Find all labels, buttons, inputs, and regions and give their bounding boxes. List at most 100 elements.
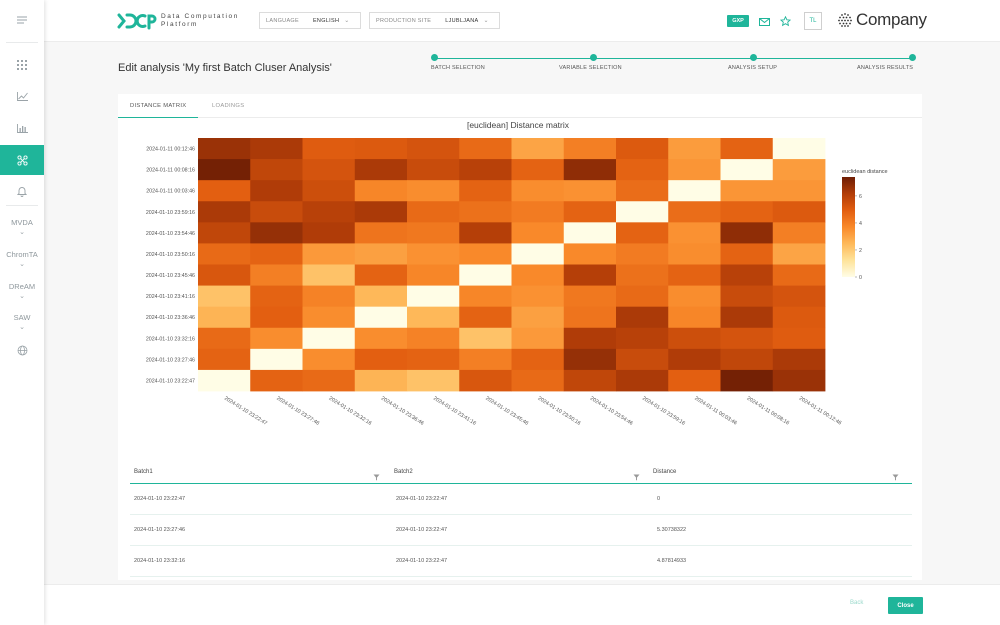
heatmap-cell[interactable] — [772, 306, 826, 329]
heatmap-cell[interactable] — [459, 327, 512, 350]
heatmap-cell[interactable] — [198, 348, 251, 371]
heatmap-cell[interactable] — [250, 306, 303, 329]
column-header-batch1[interactable]: Batch1 — [134, 469, 153, 475]
language-select[interactable]: LANGUAGE ENGLISH ⌄ — [259, 12, 361, 29]
heatmap-cell[interactable] — [511, 201, 565, 223]
heatmap-cell[interactable] — [407, 306, 460, 329]
heatmap-cell[interactable] — [407, 285, 460, 308]
heatmap-cell[interactable] — [354, 327, 408, 350]
heatmap-cell[interactable] — [459, 369, 512, 392]
heatmap-cell[interactable] — [772, 348, 826, 371]
grid-icon[interactable] — [0, 51, 44, 79]
heatmap-cell[interactable] — [563, 180, 617, 202]
heatmap-cell[interactable] — [407, 201, 460, 223]
heatmap-cell[interactable] — [772, 285, 826, 308]
heatmap-cell[interactable] — [459, 138, 512, 160]
heatmap-cell[interactable] — [720, 138, 774, 160]
heatmap-cell[interactable] — [302, 285, 356, 308]
tab-loadings[interactable]: LOADINGS — [200, 94, 256, 118]
distance-matrix-heatmap[interactable]: [euclidean] Distance matrix 2024-01-11 0… — [118, 118, 922, 443]
heatmap-cell[interactable] — [302, 369, 356, 392]
heatmap-cell[interactable] — [668, 243, 721, 265]
heatmap-cell[interactable] — [616, 138, 669, 160]
heatmap-cell[interactable] — [198, 201, 251, 223]
heatmap-cell[interactable] — [354, 306, 408, 329]
heatmap-cell[interactable] — [563, 222, 617, 244]
heatmap-cell[interactable] — [511, 264, 565, 286]
line-chart-icon[interactable] — [0, 82, 44, 110]
heatmap-cell[interactable] — [563, 159, 617, 181]
table-row[interactable]: 2024-01-10 23:22:47 2024-01-10 23:22:47 … — [130, 484, 912, 515]
heatmap-cell[interactable] — [459, 243, 512, 265]
heatmap-cell[interactable] — [668, 201, 721, 223]
heatmap-cell[interactable] — [511, 243, 565, 265]
heatmap-cell[interactable] — [668, 138, 721, 160]
globe-icon[interactable] — [0, 336, 44, 364]
heatmap-cell[interactable] — [302, 180, 356, 202]
heatmap-cell[interactable] — [459, 306, 512, 329]
heatmap-cell[interactable] — [302, 201, 356, 223]
heatmap-cell[interactable] — [198, 369, 251, 392]
heatmap-cell[interactable] — [459, 201, 512, 223]
heatmap-cell[interactable] — [250, 243, 303, 265]
cluster-icon[interactable] — [0, 145, 44, 175]
heatmap-cell[interactable] — [511, 369, 565, 392]
heatmap-cell[interactable] — [563, 369, 617, 392]
heatmap-cell[interactable] — [720, 285, 774, 308]
heatmap-cell[interactable] — [616, 285, 669, 308]
heatmap-cell[interactable] — [563, 348, 617, 371]
heatmap-cell[interactable] — [354, 285, 408, 308]
heatmap-cell[interactable] — [354, 138, 408, 160]
heatmap-cell[interactable] — [720, 201, 774, 223]
column-header-batch2[interactable]: Batch2 — [394, 469, 413, 475]
user-avatar[interactable]: TL — [804, 12, 822, 30]
sidebar-section-chromta[interactable]: ChromTA ⌄ — [0, 250, 44, 268]
heatmap-cell[interactable] — [668, 264, 721, 286]
heatmap-cell[interactable] — [198, 180, 251, 202]
heatmap-cell[interactable] — [198, 243, 251, 265]
heatmap-cell[interactable] — [459, 159, 512, 181]
heatmap-cell[interactable] — [616, 243, 669, 265]
heatmap-cell[interactable] — [616, 264, 669, 286]
heatmap-cell[interactable] — [250, 285, 303, 308]
heatmap-cell[interactable] — [668, 285, 721, 308]
heatmap-cell[interactable] — [668, 222, 721, 244]
heatmap-cell[interactable] — [302, 138, 356, 160]
heatmap-cell[interactable] — [198, 159, 251, 181]
heatmap-cell[interactable] — [772, 327, 826, 350]
heatmap-cell[interactable] — [511, 222, 565, 244]
heatmap-cell[interactable] — [459, 180, 512, 202]
heatmap-cell[interactable] — [720, 180, 774, 202]
heatmap-cell[interactable] — [407, 348, 460, 371]
heatmap-cell[interactable] — [250, 201, 303, 223]
heatmap-cell[interactable] — [720, 243, 774, 265]
heatmap-cell[interactable] — [616, 159, 669, 181]
heatmap-cell[interactable] — [302, 348, 356, 371]
heatmap-cell[interactable] — [198, 306, 251, 329]
heatmap-cell[interactable] — [668, 180, 721, 202]
close-button[interactable]: Close — [888, 597, 923, 614]
heatmap-cell[interactable] — [198, 285, 251, 308]
heatmap-cell[interactable] — [198, 138, 251, 160]
heatmap-cell[interactable] — [668, 159, 721, 181]
heatmap-cell[interactable] — [354, 180, 408, 202]
heatmap-cell[interactable] — [772, 264, 826, 286]
heatmap-cell[interactable] — [616, 222, 669, 244]
heatmap-cell[interactable] — [616, 369, 669, 392]
heatmap-cell[interactable] — [720, 369, 774, 392]
heatmap-cell[interactable] — [250, 222, 303, 244]
heatmap-cell[interactable] — [720, 264, 774, 286]
heatmap-cell[interactable] — [354, 264, 408, 286]
heatmap-cell[interactable] — [668, 369, 721, 392]
production-site-select[interactable]: PRODUCTION SITE LJUBLJANA ⌄ — [369, 12, 500, 29]
heatmap-cell[interactable] — [772, 243, 826, 265]
heatmap-cell[interactable] — [250, 159, 303, 181]
back-button[interactable]: Back — [850, 600, 863, 606]
heatmap-cell[interactable] — [198, 264, 251, 286]
tab-distance-matrix[interactable]: DISTANCE MATRIX — [118, 94, 199, 118]
sidebar-section-saw[interactable]: SAW ⌄ — [0, 313, 44, 331]
heatmap-cell[interactable] — [302, 159, 356, 181]
table-row[interactable]: 2024-01-10 23:32:16 2024-01-10 23:22:47 … — [130, 546, 912, 577]
heatmap-cell[interactable] — [563, 285, 617, 308]
heatmap-cell[interactable] — [250, 180, 303, 202]
